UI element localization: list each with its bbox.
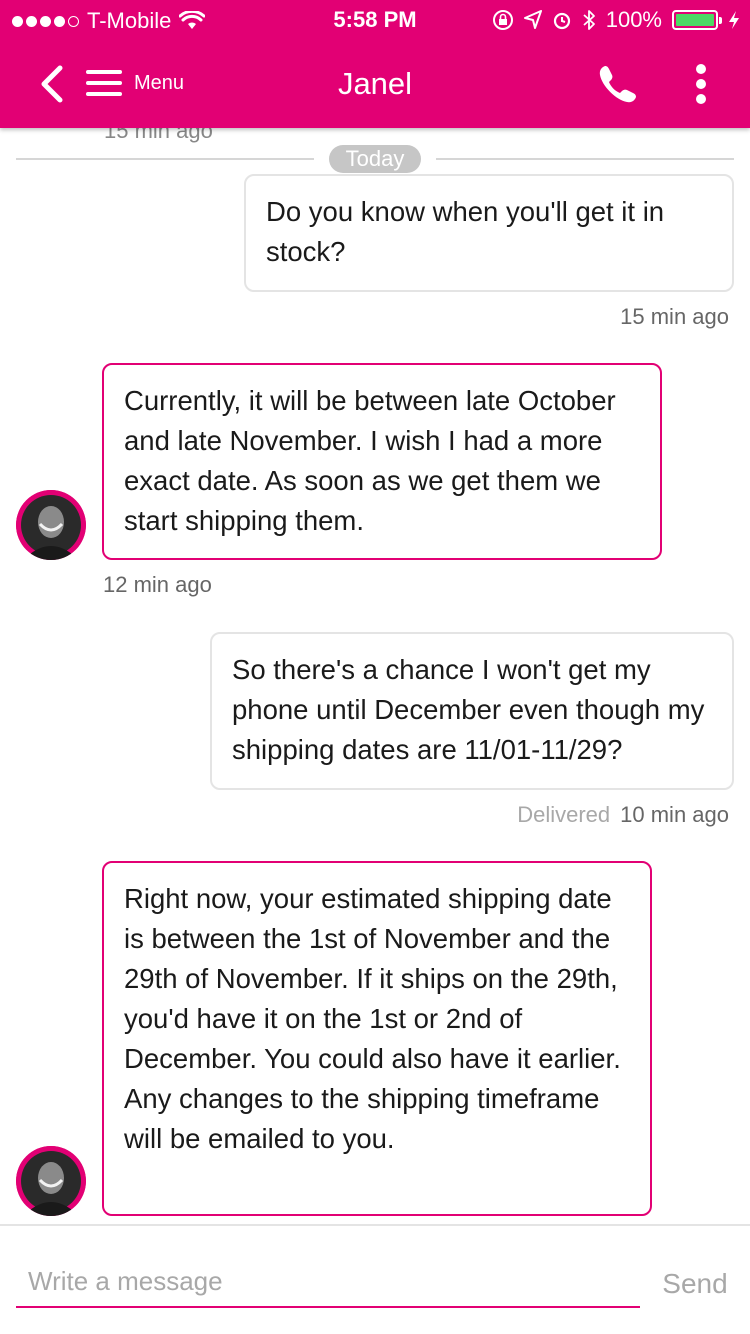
- charging-icon: [729, 11, 739, 29]
- location-icon: [523, 10, 542, 29]
- message-composer: Send: [0, 1224, 750, 1334]
- date-divider-label: Today: [329, 145, 421, 173]
- send-button[interactable]: Send: [650, 1262, 740, 1306]
- message-timestamp: 15 min ago: [620, 304, 729, 329]
- battery-percent: 100%: [605, 7, 662, 32]
- message-timestamp: 12 min ago: [103, 572, 212, 597]
- incoming-message-bubble[interactable]: Currently, it will be between late Octob…: [102, 363, 662, 560]
- delivered-label: Delivered: [517, 802, 611, 827]
- outgoing-message-bubble[interactable]: Do you know when you'll get it in stock?: [244, 174, 734, 292]
- rotation-lock-icon: [492, 10, 513, 30]
- message-timestamp: 15 min ago: [104, 128, 213, 143]
- message-timestamp: 10 min ago: [620, 802, 729, 827]
- message-text: Do you know when you'll get it in stock?: [266, 196, 665, 267]
- bluetooth-icon: [583, 10, 595, 30]
- app-header: T-Mobile 5:58 PM 100% Menu Janel: [0, 0, 750, 128]
- more-vertical-icon[interactable]: [690, 64, 712, 104]
- message-input[interactable]: [16, 1256, 640, 1308]
- battery-icon: [672, 10, 722, 30]
- date-divider-line: [436, 158, 734, 160]
- message-text: So there's a chance I won't get my phone…: [232, 654, 705, 765]
- outgoing-message-bubble[interactable]: So there's a chance I won't get my phone…: [210, 632, 734, 790]
- agent-photo: [16, 490, 86, 560]
- date-divider-line: [16, 158, 314, 160]
- avatar[interactable]: [16, 490, 86, 560]
- agent-photo: [16, 1146, 86, 1216]
- avatar[interactable]: [16, 1146, 86, 1216]
- nav-bar: Menu Janel: [0, 40, 750, 128]
- message-status: Delivered 10 min ago: [517, 802, 729, 828]
- phone-icon[interactable]: [596, 62, 640, 106]
- message-text: Right now, your estimated shipping date …: [124, 883, 621, 1154]
- message-thread[interactable]: 15 min ago Today Do you know when you'll…: [0, 128, 750, 1224]
- status-bar: T-Mobile 5:58 PM 100%: [0, 0, 750, 40]
- alarm-icon: [553, 12, 570, 30]
- incoming-message-bubble[interactable]: Right now, your estimated shipping date …: [102, 861, 652, 1216]
- message-text: Currently, it will be between late Octob…: [124, 385, 616, 536]
